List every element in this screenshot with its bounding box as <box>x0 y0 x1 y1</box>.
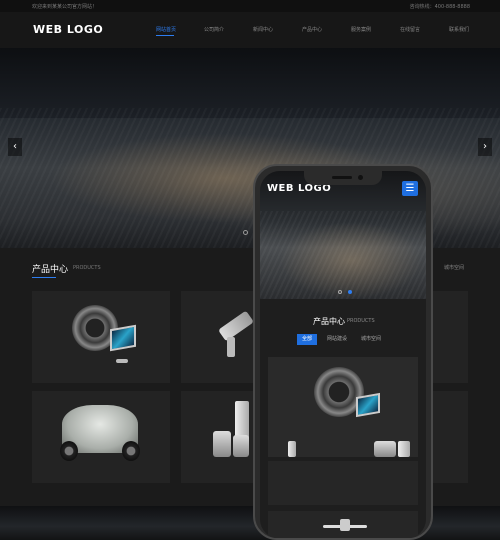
product-card[interactable] <box>32 391 170 483</box>
car-wheel <box>122 441 140 461</box>
nav-item-products[interactable]: 产品中心 <box>302 26 322 33</box>
aircraft-product-image <box>340 519 350 531</box>
tab-all[interactable]: 全部 <box>297 334 318 345</box>
phone-product-card[interactable] <box>268 461 418 505</box>
camera-mount <box>227 337 235 357</box>
phone-screen: WEB LOGO ☰ 产品中心 PRODUCTS 全部 网站建设 城市空间 <box>260 171 426 538</box>
chevron-right-icon[interactable]: › <box>478 138 492 156</box>
chevron-left-icon[interactable]: ‹ <box>8 138 22 156</box>
nav-item-about[interactable]: 公司简介 <box>204 26 224 33</box>
phone-hero-banner: WEB LOGO ☰ <box>260 171 426 299</box>
nav-item-message[interactable]: 在线留言 <box>400 26 420 33</box>
computer-tower-product-image <box>398 441 410 457</box>
section-title-underline <box>32 277 56 278</box>
speaker-product-image <box>374 441 396 457</box>
phone-section-subtitle: PRODUCTS <box>347 318 375 324</box>
section-title: 产品中心 <box>32 265 69 275</box>
tab-city-space[interactable]: 城市空间 <box>361 334 381 345</box>
speaker-product-image <box>233 435 249 457</box>
slider-dot[interactable] <box>243 230 248 235</box>
camera-product-image <box>218 310 254 342</box>
phone-product-card[interactable] <box>268 511 418 538</box>
phone-hero-city-image <box>260 211 426 299</box>
nav-item-contact[interactable]: 联系我们 <box>449 26 469 33</box>
menu-icon[interactable]: ☰ <box>402 181 418 196</box>
main-header: WEB LOGO 网站首页 公司简介 新闻中心 产品中心 服务案例 在线留言 联… <box>0 12 500 48</box>
speaker-product-image <box>213 431 231 457</box>
product-card[interactable] <box>32 291 170 383</box>
car-wheel <box>60 441 78 461</box>
nav-active-indicator <box>156 35 174 36</box>
computer-tower-product-image <box>288 441 296 457</box>
phone-slider-dot-active[interactable] <box>348 290 352 294</box>
monitor-product-image <box>110 324 136 352</box>
monitor-stand <box>116 359 128 363</box>
welcome-text: 欢迎来到某某公司官方网站！ <box>32 4 98 10</box>
monitor-product-image <box>356 392 380 418</box>
tab-website[interactable]: 网站建设 <box>327 334 347 345</box>
section-subtitle: PRODUCTS <box>73 265 101 271</box>
section-more-link[interactable]: 城市空间 <box>444 264 464 271</box>
phone-notch <box>304 171 382 185</box>
hotline-text: 咨询热线：400-888-8888 <box>409 4 470 10</box>
nav-item-home[interactable]: 网站首页 <box>156 26 176 33</box>
phone-section-title: 产品中心 <box>313 317 345 326</box>
phone-slider-dot[interactable] <box>338 290 342 294</box>
top-info-bar: 欢迎来到某某公司官方网站！ 咨询热线：400-888-8888 <box>0 0 500 12</box>
nav-item-cases[interactable]: 服务案例 <box>351 26 371 33</box>
phone-product-card[interactable] <box>268 357 418 457</box>
site-logo[interactable]: WEB LOGO <box>33 23 103 36</box>
nav-item-news[interactable]: 新闻中心 <box>253 26 273 33</box>
phone-mockup: WEB LOGO ☰ 产品中心 PRODUCTS 全部 网站建设 城市空间 <box>253 164 433 540</box>
